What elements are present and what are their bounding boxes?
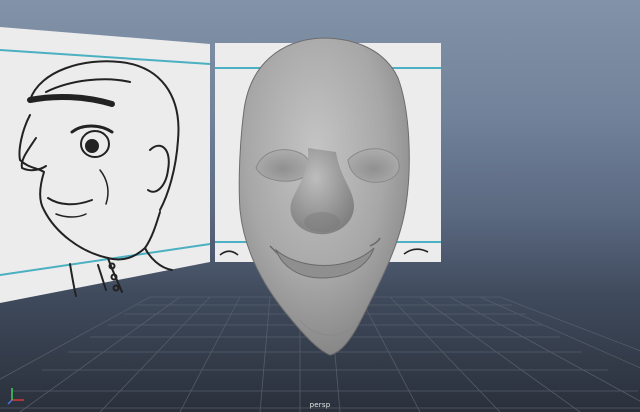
3d-viewport[interactable]: persp	[0, 0, 640, 412]
face-mesh[interactable]	[238, 37, 410, 356]
viewport-scene	[0, 27, 640, 412]
image-plane-side[interactable]	[0, 27, 211, 303]
camera-name-label: persp	[309, 401, 331, 409]
